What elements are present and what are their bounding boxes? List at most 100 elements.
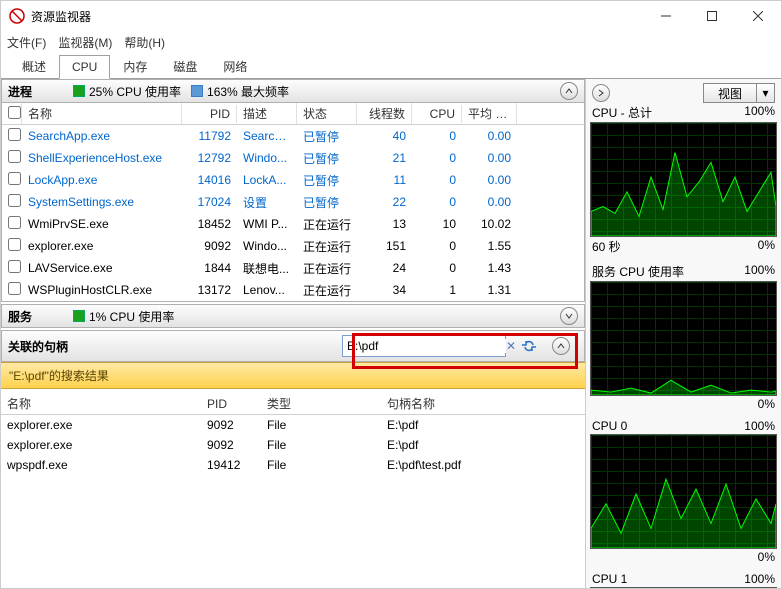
table-row[interactable]: explorer.exe9092FileE:\pdf bbox=[1, 435, 585, 455]
row-checkbox[interactable] bbox=[8, 216, 21, 229]
table-row[interactable]: LAVService.exe1844联想电...正在运行2401.43 bbox=[2, 257, 584, 279]
cell-desc: Lenov... bbox=[237, 281, 297, 299]
processes-header[interactable]: 进程 25% CPU 使用率 163% 最大频率 bbox=[1, 79, 585, 103]
chart-block: CPU - 总计100%60 秒0% bbox=[590, 103, 777, 256]
clear-search-icon[interactable]: ✕ bbox=[506, 337, 516, 355]
chart-canvas bbox=[590, 281, 777, 396]
cell-desc: 设置 bbox=[237, 192, 297, 213]
col-avg[interactable]: 平均 C... bbox=[462, 103, 517, 124]
row-checkbox[interactable] bbox=[8, 194, 21, 207]
hcol-name[interactable]: 名称 bbox=[1, 393, 201, 414]
col-status[interactable]: 状态 bbox=[297, 103, 357, 124]
cell-cpu: 0 bbox=[412, 193, 462, 211]
chart-foot-right: 0% bbox=[758, 550, 775, 564]
col-threads[interactable]: 线程数 bbox=[357, 103, 412, 124]
menu-file[interactable]: 文件(F) bbox=[7, 34, 46, 51]
refresh-search-icon[interactable] bbox=[520, 337, 538, 355]
table-row[interactable]: SearchApp.exe11792Search...已暂停4000.00 bbox=[2, 125, 584, 147]
cell-status: 已暂停 bbox=[297, 192, 357, 213]
cell-name: ShellExperienceHost.exe bbox=[22, 149, 182, 167]
tab-network[interactable]: 网络 bbox=[210, 53, 260, 79]
cell-name: explorer.exe bbox=[1, 416, 201, 434]
minimize-button[interactable] bbox=[643, 1, 689, 31]
cell-desc: LockA... bbox=[237, 171, 297, 189]
tab-memory[interactable]: 内存 bbox=[110, 53, 160, 79]
cell-threads: 151 bbox=[357, 237, 412, 255]
services-title: 服务 bbox=[8, 308, 63, 325]
select-all-checkbox[interactable] bbox=[8, 106, 21, 119]
window-title: 资源监视器 bbox=[31, 8, 91, 25]
table-row[interactable]: LockApp.exe14016LockA...已暂停1100.00 bbox=[2, 169, 584, 191]
cell-pid: 18452 bbox=[182, 215, 237, 233]
collapse-processes-button[interactable] bbox=[560, 82, 578, 100]
tab-disk[interactable]: 磁盘 bbox=[160, 53, 210, 79]
chart-title: CPU 1 bbox=[592, 572, 627, 586]
table-row[interactable]: WSPluginHostCLR.exe13172Lenov...正在运行3411… bbox=[2, 279, 584, 301]
hcol-pid[interactable]: PID bbox=[201, 395, 261, 413]
cell-handle-name: E:\pdf bbox=[381, 436, 585, 454]
cell-status: 正在运行 bbox=[297, 280, 357, 301]
services-cpu-metric: 1% CPU 使用率 bbox=[73, 308, 174, 325]
col-name[interactable]: 名称 bbox=[22, 103, 182, 124]
table-row[interactable]: ShellExperienceHost.exe12792Windo...已暂停2… bbox=[2, 147, 584, 169]
cell-avg: 0.00 bbox=[462, 127, 517, 145]
cell-pid: 9092 bbox=[201, 416, 261, 434]
cell-pid: 14016 bbox=[182, 171, 237, 189]
col-cpu[interactable]: CPU bbox=[412, 105, 462, 123]
row-checkbox[interactable] bbox=[8, 172, 21, 185]
row-checkbox[interactable] bbox=[8, 128, 21, 141]
cell-name: LockApp.exe bbox=[22, 171, 182, 189]
chart-max: 100% bbox=[744, 419, 775, 433]
table-row[interactable]: WmiPrvSE.exe18452WMI P...正在运行131010.02 bbox=[2, 213, 584, 235]
search-result-banner: "E:\pdf"的搜索结果 bbox=[1, 362, 585, 389]
chart-foot-right: 0% bbox=[758, 397, 775, 411]
cell-threads: 24 bbox=[357, 259, 412, 277]
row-checkbox[interactable] bbox=[8, 150, 21, 163]
maximize-button[interactable] bbox=[689, 1, 735, 31]
cell-cpu: 10 bbox=[412, 215, 462, 233]
col-desc[interactable]: 描述 bbox=[237, 103, 297, 124]
cell-cpu: 1 bbox=[412, 281, 462, 299]
cell-threads: 13 bbox=[357, 215, 412, 233]
chart-max: 100% bbox=[744, 104, 775, 121]
cell-cpu: 0 bbox=[412, 259, 462, 277]
handles-search-input[interactable] bbox=[343, 339, 506, 353]
tab-cpu[interactable]: CPU bbox=[59, 55, 110, 79]
hcol-handle-name[interactable]: 句柄名称 bbox=[381, 393, 585, 414]
tab-overview[interactable]: 概述 bbox=[9, 53, 59, 79]
cell-cpu: 0 bbox=[412, 127, 462, 145]
processes-title: 进程 bbox=[8, 83, 63, 100]
handles-title: 关联的句柄 bbox=[8, 338, 98, 355]
cell-avg: 0.00 bbox=[462, 149, 517, 167]
cell-name: explorer.exe bbox=[1, 436, 201, 454]
collapse-charts-button[interactable] bbox=[592, 84, 610, 102]
handles-header[interactable]: 关联的句柄 ✕ bbox=[1, 330, 585, 362]
cell-threads: 22 bbox=[357, 193, 412, 211]
cell-status: 已暂停 bbox=[297, 148, 357, 169]
row-checkbox[interactable] bbox=[8, 282, 21, 295]
table-row[interactable]: explorer.exe9092FileE:\pdf bbox=[1, 415, 585, 435]
cell-desc: Windo... bbox=[237, 149, 297, 167]
services-header[interactable]: 服务 1% CPU 使用率 bbox=[1, 304, 585, 328]
cell-pid: 13172 bbox=[182, 281, 237, 299]
cell-desc: Windo... bbox=[237, 237, 297, 255]
row-checkbox[interactable] bbox=[8, 238, 21, 251]
cell-avg: 1.55 bbox=[462, 237, 517, 255]
row-checkbox[interactable] bbox=[8, 260, 21, 273]
cell-cpu: 0 bbox=[412, 171, 462, 189]
cell-name: SystemSettings.exe bbox=[22, 193, 182, 211]
collapse-handles-button[interactable] bbox=[552, 337, 570, 355]
table-row[interactable]: wpspdf.exe19412FileE:\pdf\test.pdf bbox=[1, 455, 585, 475]
expand-services-button[interactable] bbox=[560, 307, 578, 325]
menu-monitor[interactable]: 监视器(M) bbox=[58, 34, 112, 51]
table-row[interactable]: explorer.exe9092Windo...正在运行15101.55 bbox=[2, 235, 584, 257]
cell-avg: 0.00 bbox=[462, 193, 517, 211]
table-row[interactable]: SystemSettings.exe17024设置已暂停2200.00 bbox=[2, 191, 584, 213]
processes-grid: 名称 PID 描述 状态 线程数 CPU 平均 C... SearchApp.e… bbox=[1, 103, 585, 302]
cell-pid: 19412 bbox=[201, 456, 261, 474]
hcol-type[interactable]: 类型 bbox=[261, 393, 381, 414]
view-dropdown[interactable]: 视图 ▾ bbox=[703, 83, 775, 103]
close-button[interactable] bbox=[735, 1, 781, 31]
menu-help[interactable]: 帮助(H) bbox=[124, 34, 165, 51]
col-pid[interactable]: PID bbox=[182, 105, 237, 123]
